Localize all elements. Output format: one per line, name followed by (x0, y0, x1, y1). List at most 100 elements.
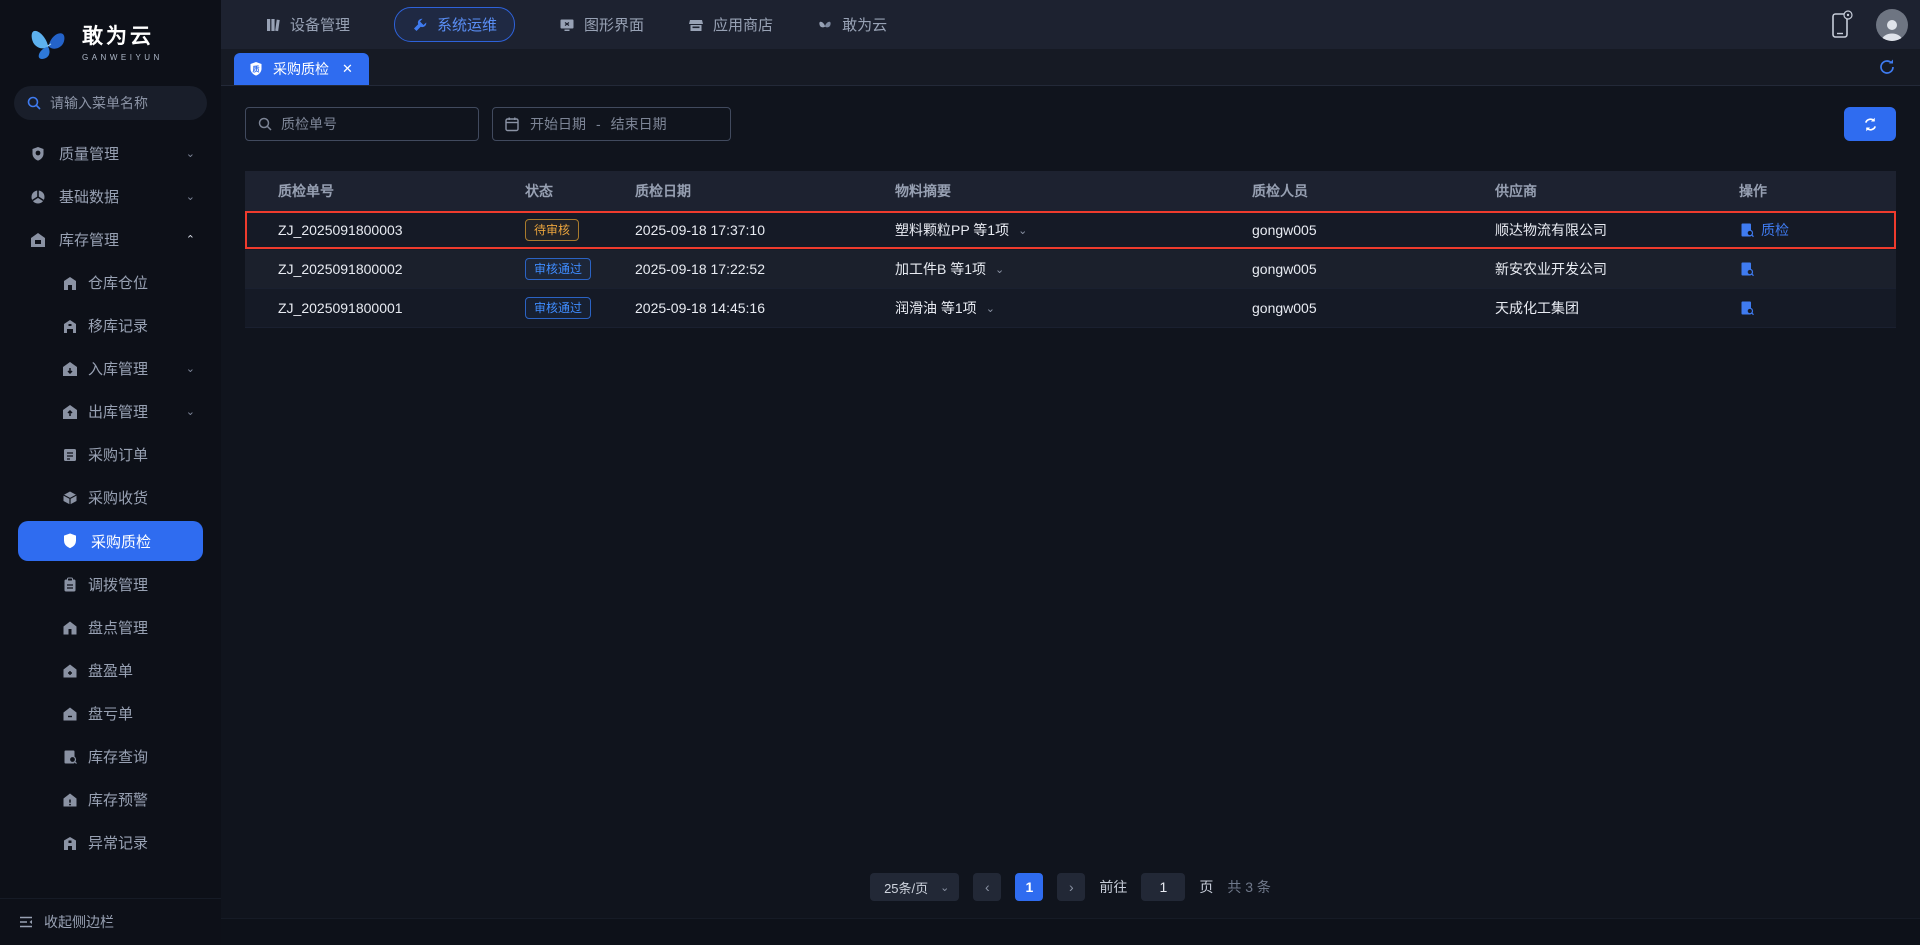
inspect-action-button[interactable]: 质检 (1739, 220, 1789, 240)
sidebar-item-base-data[interactable]: 基础数据 ⌄ (0, 175, 221, 218)
refresh-icon[interactable] (1878, 58, 1896, 76)
main-area: 设备管理 系统运维 图形界面 应用商店 敢为云 质 采购质检 ✕ 质检单号 开始… (221, 0, 1920, 945)
menu-search-input[interactable] (50, 95, 195, 111)
chevron-down-icon: ⌄ (940, 881, 950, 894)
filter-toolbar: 开始日期 - 结束日期 (245, 107, 1896, 141)
sidebar-item-move-records[interactable]: 移库记录 (0, 304, 221, 347)
pie-globe-icon (31, 190, 45, 203)
cell-inspection-no: ZJ_2025091800002 (278, 261, 403, 277)
page-unit-label: 页 (1199, 879, 1214, 895)
status-badge: 待审核 (525, 219, 580, 241)
sidebar-item-purchase-orders[interactable]: 采购订单 (0, 433, 221, 476)
brand-logo: 敢为云 GANWEIYUN (0, 0, 221, 76)
sidebar-item-purchase-receiving[interactable]: 采购收货 (0, 476, 221, 519)
page-size-select[interactable]: 25条/页 ⌄ (870, 873, 960, 901)
calendar-icon (505, 117, 519, 132)
col-header-actions: 操作 (1739, 183, 1767, 199)
chevron-down-icon: ⌄ (185, 148, 195, 160)
tab-purchase-inspection[interactable]: 质 采购质检 ✕ (234, 53, 369, 85)
cell-supplier: 新安农业开发公司 (1495, 261, 1607, 277)
doc-search-icon (64, 750, 77, 764)
query-button[interactable] (1844, 107, 1896, 141)
nav-item-graphic-ui[interactable]: 图形界面 (559, 14, 644, 35)
warehouse-out-icon (63, 404, 77, 419)
tab-close-icon[interactable]: ✕ (342, 61, 353, 77)
collapse-sidebar-icon (20, 916, 32, 928)
cell-inspector: gongw005 (1252, 261, 1317, 277)
cell-material: 加工件B 等1项 (895, 261, 987, 277)
sidebar-item-stocktake-mgmt[interactable]: 盘点管理 (0, 606, 221, 649)
inspection-no-field[interactable] (245, 107, 479, 141)
table-row[interactable]: ZJ_2025091800002 审核通过 2025-09-18 17:22:5… (245, 250, 1896, 289)
cell-inspector: gongw005 (1252, 300, 1317, 316)
chevron-down-icon: ⌄ (185, 191, 195, 203)
store-icon (689, 19, 704, 31)
chevron-down-icon[interactable]: ⌄ (995, 263, 1004, 276)
cell-supplier: 天成化工集团 (1495, 300, 1579, 316)
inspection-table: 质检单号 状态 质检日期 物料摘要 质检人员 供应商 操作 ZJ_2025091… (245, 171, 1896, 328)
cell-inspection-no: ZJ_2025091800003 (278, 222, 403, 238)
content-panel: 开始日期 - 结束日期 质检单号 状态 质检日期 (221, 86, 1920, 918)
sidebar-item-deficit-order[interactable]: 盘亏单 (0, 692, 221, 735)
tab-bar: 质 采购质检 ✕ (221, 49, 1920, 86)
sidebar-item-exception-records[interactable]: 异常记录 (0, 821, 221, 864)
shield-icon (32, 146, 44, 161)
nav-item-device-mgmt[interactable]: 设备管理 (265, 14, 350, 35)
next-page-button[interactable]: › (1057, 873, 1086, 901)
date-range-picker[interactable]: 开始日期 - 结束日期 (492, 107, 731, 141)
chevron-down-icon[interactable]: ⌄ (1018, 224, 1027, 237)
sidebar-item-inventory-alert[interactable]: 库存预警 (0, 778, 221, 821)
nav-item-app-store[interactable]: 应用商店 (688, 14, 773, 35)
sidebar-item-warehouse-slots[interactable]: 仓库仓位 (0, 261, 221, 304)
sidebar-item-inventory-query[interactable]: 库存查询 (0, 735, 221, 778)
sidebar-item-inventory-mgmt[interactable]: 库存管理 ⌃ (0, 218, 221, 261)
sidebar-item-surplus-order[interactable]: 盘盈单 (0, 649, 221, 692)
table-row[interactable]: ZJ_2025091800003 待审核 2025-09-18 17:37:10… (245, 211, 1896, 250)
sidebar-menu: 质量管理 ⌄ 基础数据 ⌄ 库存管理 ⌃ 仓库仓位 移库记录 入库管理 ⌄ 出库… (0, 126, 221, 898)
house-alert-icon (63, 793, 77, 806)
brand-name: 敢为云 (82, 25, 154, 48)
building-icon (64, 276, 76, 290)
view-detail-button[interactable] (1739, 300, 1755, 316)
table-row[interactable]: ZJ_2025091800001 审核通过 2025-09-18 14:45:1… (245, 289, 1896, 328)
sidebar-item-inbound-mgmt[interactable]: 入库管理 ⌄ (0, 347, 221, 390)
top-navbar: 设备管理 系统运维 图形界面 应用商店 敢为云 (221, 0, 1920, 49)
search-icon (27, 96, 41, 110)
prev-page-button[interactable]: ‹ (973, 873, 1002, 901)
doc-search-icon (1741, 262, 1754, 277)
sidebar-item-quality-mgmt[interactable]: 质量管理 ⌄ (0, 132, 221, 175)
building-icon (64, 836, 76, 850)
device-icon (267, 18, 280, 31)
nav-item-ganweiyun[interactable]: 敢为云 (817, 14, 887, 35)
user-avatar[interactable] (1876, 8, 1908, 41)
date-end-placeholder[interactable]: 结束日期 (611, 114, 667, 134)
warehouse-icon (31, 232, 45, 247)
sidebar-item-transfer-mgmt[interactable]: 调拨管理 (0, 563, 221, 606)
brand-subtitle: GANWEIYUN (82, 53, 163, 62)
col-header-inspector: 质检人员 (1252, 183, 1308, 199)
sidebar-item-purchase-inspection[interactable]: 采购质检 (18, 521, 203, 561)
col-header-date: 质检日期 (635, 183, 691, 199)
page-button-1[interactable]: 1 (1015, 873, 1044, 901)
view-detail-button[interactable] (1739, 261, 1755, 277)
pagination: 25条/页 ⌄ ‹ 1 › 前往 页 共 3 条 (245, 856, 1896, 918)
menu-search[interactable] (14, 86, 207, 120)
doc-search-icon (1741, 223, 1754, 238)
goto-page-input[interactable] (1141, 873, 1186, 901)
box-icon (63, 491, 77, 504)
col-header-supplier: 供应商 (1495, 183, 1537, 199)
sidebar-item-outbound-mgmt[interactable]: 出库管理 ⌄ (0, 390, 221, 433)
table-header: 质检单号 状态 质检日期 物料摘要 质检人员 供应商 操作 (245, 171, 1896, 211)
date-start-placeholder[interactable]: 开始日期 (530, 114, 586, 134)
collapse-sidebar-button[interactable]: 收起侧边栏 (0, 898, 221, 945)
inspection-no-input[interactable] (281, 116, 467, 132)
mobile-device-icon[interactable] (1828, 9, 1854, 40)
cell-inspector: gongw005 (1252, 222, 1317, 238)
order-doc-icon (64, 448, 76, 461)
building-icon (64, 319, 76, 333)
butterfly-icon (819, 21, 831, 27)
house-plus-icon (63, 664, 77, 677)
house-icon (63, 621, 77, 634)
nav-item-system-ops[interactable]: 系统运维 (394, 7, 516, 42)
chevron-down-icon[interactable]: ⌄ (986, 302, 995, 315)
